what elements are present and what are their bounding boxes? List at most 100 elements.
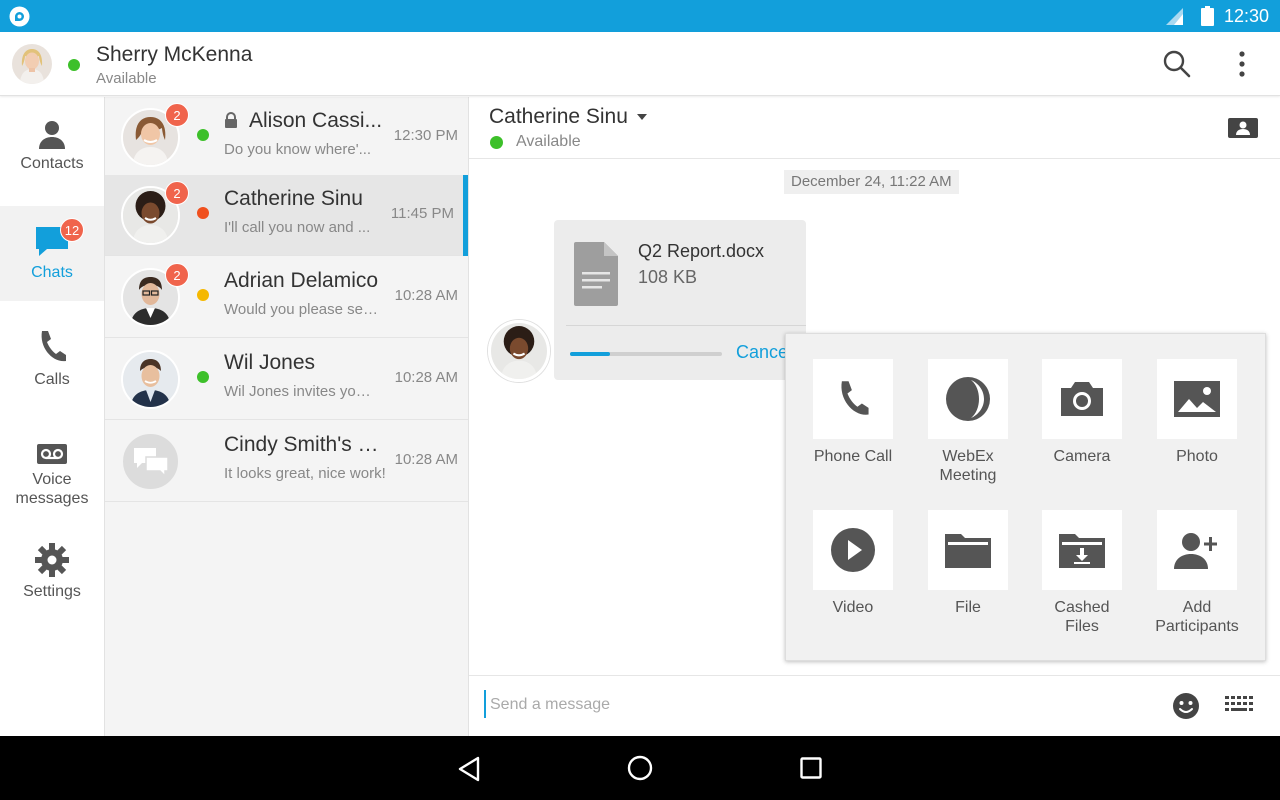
list-item[interactable]: 2 Adrian Delamico Would you please sen..… [105,257,468,338]
photo-icon [1174,381,1220,417]
date-divider: December 24, 11:22 AM [784,170,959,194]
chevron-down-icon[interactable] [637,114,647,120]
file-name: Q2 Report.docx [638,241,765,261]
sidebar-item-settings[interactable]: Settings [0,541,104,611]
status-clock: 12:30 [1224,6,1270,26]
status-bar: 12:30 [0,0,1280,32]
message-composer [469,675,1280,736]
app-logo-icon [9,6,30,27]
camera-icon [1061,382,1103,416]
chat-name: Alison Cassi... [249,109,383,132]
phone-icon [841,381,869,415]
phone-call-button[interactable]: Phone Call [803,359,903,466]
camera-button[interactable]: Camera [1032,359,1132,466]
chat-name: Wil Jones [224,351,316,374]
keyboard-icon[interactable] [1225,696,1253,714]
chat-name: Adrian Delamico [224,269,379,292]
group-chat-icon [133,447,169,477]
download-folder-icon [1059,534,1105,568]
chat-preview: Do you know where'... [224,141,372,158]
conversation-title[interactable]: Catherine Sinu [489,105,628,129]
chat-time: 10:28 AM [394,451,458,468]
chat-time: 12:30 PM [393,127,458,144]
message-input[interactable] [490,690,1090,720]
chat-list: 2 Alison Cassi... Do you know where'... … [105,97,469,736]
chat-time: 10:28 AM [394,369,458,386]
contact-card-icon[interactable] [1228,117,1258,139]
avatar[interactable] [12,44,52,84]
gear-icon [35,543,69,577]
add-participants-button[interactable]: Add Participants [1147,510,1247,636]
list-item[interactable]: Cindy Smith's G... It looks great, nice … [105,421,468,502]
recents-icon[interactable] [800,757,822,779]
conversation-pane: Catherine Sinu Available December 24, 11… [469,97,1280,736]
unread-badge: 2 [165,263,189,287]
chat-preview: I'll call you now and ... [224,219,371,236]
sidebar-item-chats[interactable]: 12 Chats [0,206,104,301]
phone-icon [41,331,66,362]
emoji-icon[interactable] [1172,692,1200,720]
file-message[interactable]: Q2 Report.docx 108 KB Cancel [554,220,806,380]
presence-indicator [197,371,209,383]
tile-label: File [955,599,981,616]
sidebar-item-label: Settings [23,583,81,600]
add-person-icon [1174,533,1217,569]
tile-label: Video [832,599,874,616]
tile-label: Camera [1053,448,1111,465]
chat-preview: Would you please sen... [224,301,379,318]
chat-name: Cindy Smith's G... [224,433,387,456]
back-icon[interactable] [457,756,481,782]
sidebar-item-label: Contacts [20,155,84,172]
presence-indicator [490,136,503,149]
document-icon [574,242,618,306]
attach-menu: Phone Call WebEx Meeting Camera Photo Vi… [785,333,1266,661]
file-button[interactable]: File [918,510,1018,617]
unread-badge: 12 [60,218,84,242]
text-cursor [484,690,486,718]
avatar [488,320,550,382]
conversation-header: Catherine Sinu Available [469,97,1280,159]
chat-time: 11:45 PM [390,205,454,222]
video-button[interactable]: Video [803,510,903,617]
search-icon[interactable] [1163,50,1191,78]
sidebar-item-voice-messages[interactable]: Voice messages [0,437,104,527]
chat-time: 10:28 AM [394,287,458,304]
divider [566,325,806,326]
list-item[interactable]: 2 Catherine Sinu I'll call you now and .… [105,175,468,256]
conversation-status: Available [516,133,581,150]
tile-label: Cashed Files [1054,599,1110,635]
play-icon [831,528,875,572]
photo-button[interactable]: Photo [1147,359,1247,466]
battery-icon [1201,6,1214,26]
tile-label: Phone Call [813,448,893,465]
list-item[interactable]: Wil Jones Wil Jones invites you ... 10:2… [105,339,468,420]
list-item[interactable]: 2 Alison Cassi... Do you know where'... … [105,97,468,178]
tile-label: WebEx Meeting [939,448,997,484]
app-header: Sherry McKenna Available [0,32,1280,96]
sidebar-item-label: Voice messages [15,471,89,507]
signal-icon [1166,8,1183,25]
lock-icon [225,112,237,128]
cashed-files-button[interactable]: Cashed Files [1032,510,1132,636]
sidebar-nav: Contacts 12 Chats Calls Voice messages S… [0,97,105,736]
presence-indicator [197,129,209,141]
sidebar-item-contacts[interactable]: Contacts [0,111,104,207]
user-name: Sherry McKenna [96,43,253,66]
user-status: Available [96,70,157,87]
webex-icon [946,377,990,421]
sidebar-item-calls[interactable]: Calls [0,317,104,407]
avatar [121,432,180,491]
unread-badge: 2 [165,181,189,205]
sidebar-item-label: Chats [31,264,73,281]
system-nav-bar [0,736,1280,800]
upload-progress [570,352,722,356]
more-vert-icon[interactable] [1238,50,1246,78]
tile-label: Photo [1176,448,1218,465]
sidebar-item-label: Calls [34,371,70,388]
home-icon[interactable] [627,755,653,781]
presence-indicator [197,289,209,301]
voicemail-icon [37,444,67,464]
person-icon [39,121,65,149]
chat-preview: It looks great, nice work! [224,465,386,482]
webex-meeting-button[interactable]: WebEx Meeting [918,359,1018,485]
